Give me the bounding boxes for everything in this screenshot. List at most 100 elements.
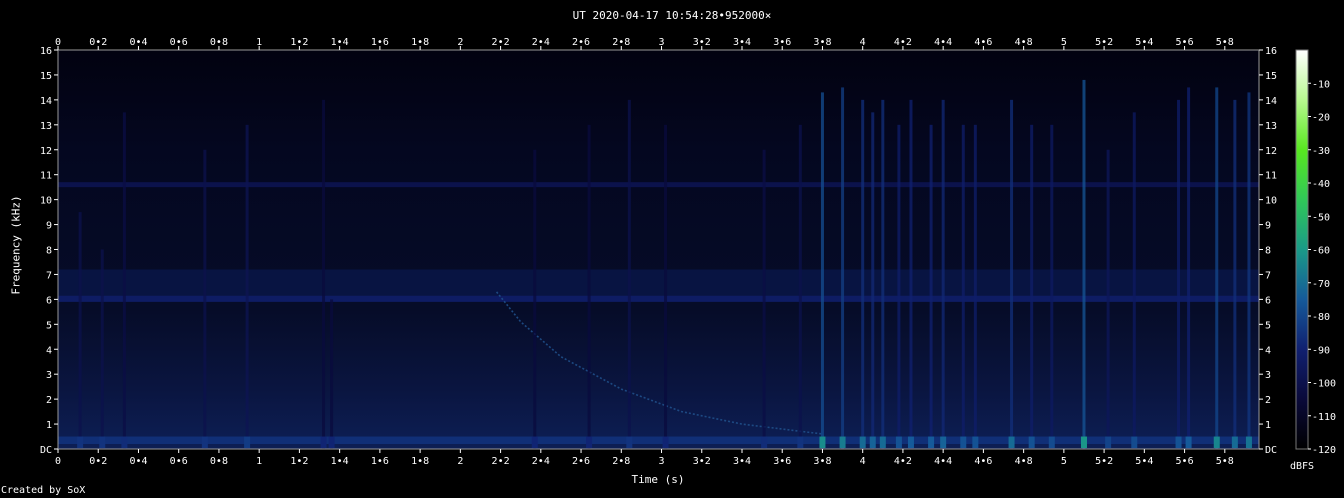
colorbar-tick: -60 [1308,246,1330,257]
colorbar-tick-label: -120 [1312,445,1336,456]
x-tick-label: 5•2 [1095,456,1113,467]
colorbar-tick: -70 [1308,279,1330,290]
x-tick-label: 0 [55,456,61,467]
impulse-base [531,436,538,448]
impulse-streak [841,87,845,449]
impulse-streak [1132,112,1136,449]
x-tick-label-top: 0•2 [89,37,107,48]
x-tick-label-top: 0 [55,37,61,48]
colorbar-tick: -110 [1308,412,1336,423]
impulse-streak [1233,99,1237,449]
impulse-base [1028,436,1035,448]
impulse-base [77,436,84,448]
x-tick-label-top: 3 [659,37,665,48]
x-tick-label-top: 5•8 [1216,37,1234,48]
impulse-streak [1177,99,1181,449]
y-tick-label: 16 [40,46,52,57]
impulse-streak [1215,87,1219,449]
colorbar-tick: -90 [1308,345,1330,356]
x-tick-label-top: 5•6 [1176,37,1194,48]
y-tick-label-right: DC [1265,445,1277,456]
impulse-base [1048,436,1055,448]
colorbar-tick-label: -100 [1312,379,1336,390]
x-tick-label: 2•8 [612,456,630,467]
band-1 [58,295,1259,302]
x-tick-label: 3•2 [693,456,711,467]
impulse-base [819,436,826,448]
impulse-streak [1187,87,1191,449]
y-tick-label-right: 14 [1265,96,1277,107]
impulse-base [869,436,876,448]
impulse-base [907,436,914,448]
y-tick-label: 6 [46,295,52,306]
impulse-base [797,436,804,448]
y-tick-label: 14 [40,96,52,107]
impulse-base [1185,436,1192,448]
x-tick-label: 3•4 [733,456,751,467]
impulse-base [879,436,886,448]
impulse-streak [929,124,933,449]
impulse-base [662,436,669,448]
y-tick-label: 4 [46,345,52,356]
x-tick-label: 4 [860,456,866,467]
impulse-streak [871,112,875,449]
colorbar-label: dBFS [1290,461,1314,472]
y-tick-label-right: 6 [1265,295,1271,306]
impulse-base [1105,436,1112,448]
x-tick-label-top: 5•2 [1095,37,1113,48]
y-tick-label-right: 3 [1265,370,1271,381]
x-tick-label-top: 5 [1061,37,1067,48]
x-tick-label-top: 1 [256,37,262,48]
x-tick-label-top: 1•8 [411,37,429,48]
y-tick-label: 10 [40,196,52,207]
y-tick-label: DC [40,445,52,456]
colorbar-tick-label: -60 [1312,246,1330,257]
y-tick-label-right: 15 [1265,71,1277,82]
colorbar-tick: -80 [1308,312,1330,323]
impulse-streak [627,99,631,449]
band-0 [58,436,1259,445]
y-tick-label: 3 [46,370,52,381]
x-tick-label: 4•8 [1015,456,1033,467]
impulse-streak [1010,99,1014,449]
x-tick-label-top: 1•4 [331,37,349,48]
x-tick-label-top: 0•4 [129,37,147,48]
x-tick-label: 0•4 [129,456,147,467]
y-tick-label: 7 [46,270,52,281]
x-tick-label-top: 4•6 [974,37,992,48]
x-tick-label-top: 2•6 [572,37,590,48]
y-tick-label-right: 8 [1265,246,1271,257]
y-tick-label-right: 5 [1265,320,1271,331]
impulse-streak [1050,124,1054,449]
y-tick-label-right: 10 [1265,196,1277,207]
impulse-streak [664,124,668,449]
impulse-base [320,436,327,448]
colorbar-gradient [1295,49,1309,450]
impulse-base [960,436,967,448]
x-tick-label: 4•2 [894,456,912,467]
y-tick-label-right: 16 [1265,46,1277,57]
impulse-streak [1030,124,1034,449]
impulse-base [328,436,335,448]
colorbar-tick-label: -30 [1312,146,1330,157]
x-tick-label: 0•8 [210,456,228,467]
colorbar-tick-label: -40 [1312,179,1330,190]
impulse-streak [941,99,945,449]
colorbar-tick-label: -70 [1312,279,1330,290]
impulse-streak [973,124,977,449]
x-tick-label: 1•4 [331,456,349,467]
y-tick-label: 13 [40,121,52,132]
x-tick-label: 5•8 [1216,456,1234,467]
colorbar-tick: -50 [1308,212,1330,223]
impulse-base [1008,436,1015,448]
impulse-streak [762,149,766,449]
impulse-streak [1106,149,1110,449]
impulse-base [859,436,866,448]
impulse-streak [897,124,901,449]
impulse-base [1231,436,1238,448]
impulse-base [99,436,106,448]
x-tick-label-top: 4 [860,37,866,48]
impulse-streak [881,99,885,449]
impulse-base [940,436,947,448]
x-tick-label: 2•6 [572,456,590,467]
